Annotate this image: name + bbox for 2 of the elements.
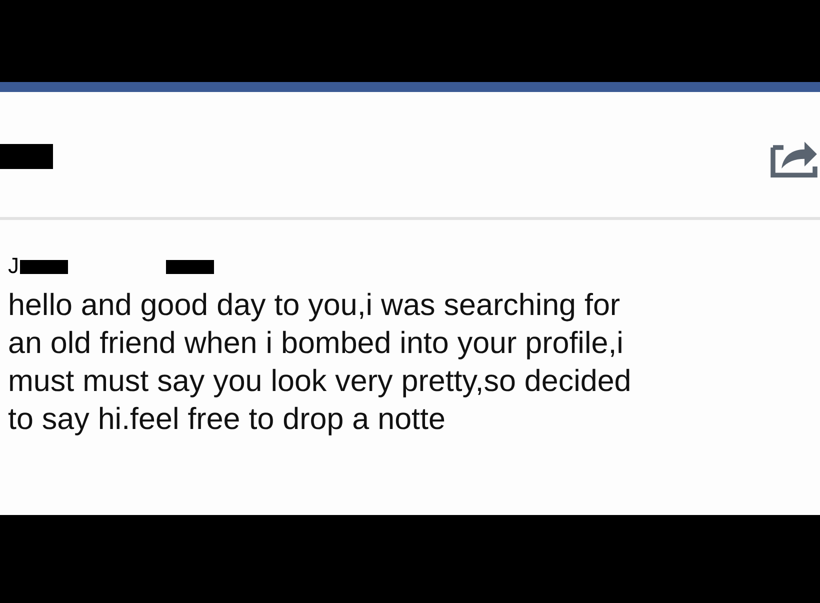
sender-name: J xyxy=(8,254,19,278)
message-text: hello and good day to you,i was searching for an old friend when i bombed into your profile,i must must say you look very pretty,so decided to say hi.feel free to drop a notte xyxy=(8,287,632,438)
